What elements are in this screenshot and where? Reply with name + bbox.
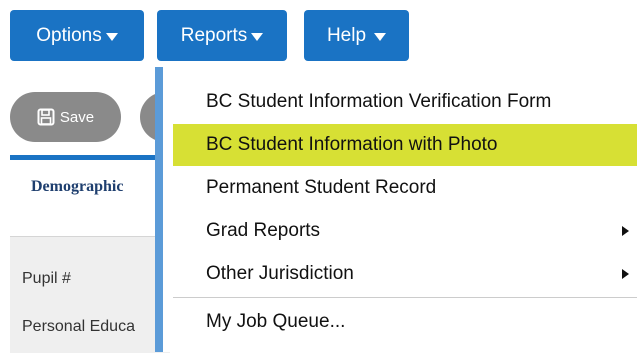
help-label: Help [326,24,367,46]
reports-menu-button[interactable]: Reports [157,10,287,61]
menu-item-label: Permanent Student Record [206,177,437,198]
menu-item-label: BC Student Information Verification Form [206,91,552,112]
menu-item-label: Other Jurisdiction [206,263,354,284]
reports-label: Reports [180,24,248,46]
caret-down-icon [105,33,118,41]
menu-divider [173,297,637,298]
menu-item-label: Grad Reports [206,220,321,241]
menu-item-permanent-student-record[interactable]: Permanent Student Record [173,167,637,209]
menu-item-label: BC Student Information with Photo [206,134,498,155]
menu-item-label: My Job Queue... [206,311,346,332]
help-menu-button[interactable]: Help [304,10,409,61]
save-label: Save [59,108,95,126]
options-menu-button[interactable]: Options [10,10,144,61]
options-label: Options [36,24,102,46]
menu-item-other-jurisdiction[interactable]: Other Jurisdiction [173,253,637,295]
reports-dropdown-menu: BC Student Information Verification Form… [155,67,637,352]
menu-item-grad-reports[interactable]: Grad Reports [173,210,637,252]
menu-item-bc-verification-form[interactable]: BC Student Information Verification Form [173,81,637,123]
caret-down-icon [374,33,387,41]
menu-item-bc-info-with-photo[interactable]: BC Student Information with Photo [173,124,637,166]
save-button[interactable]: Save [10,92,121,142]
pupil-number-label: Pupil # [22,270,71,287]
caret-down-icon [251,33,264,41]
tab-demographics[interactable]: Demographic [31,178,123,196]
caret-right-icon [622,226,629,236]
floppy-disk-icon [37,108,55,126]
tab-underline [10,155,160,160]
menu-item-my-job-queue[interactable]: My Job Queue... [173,301,637,343]
personal-education-label: Personal Educa [22,318,135,335]
caret-right-icon [622,269,629,279]
